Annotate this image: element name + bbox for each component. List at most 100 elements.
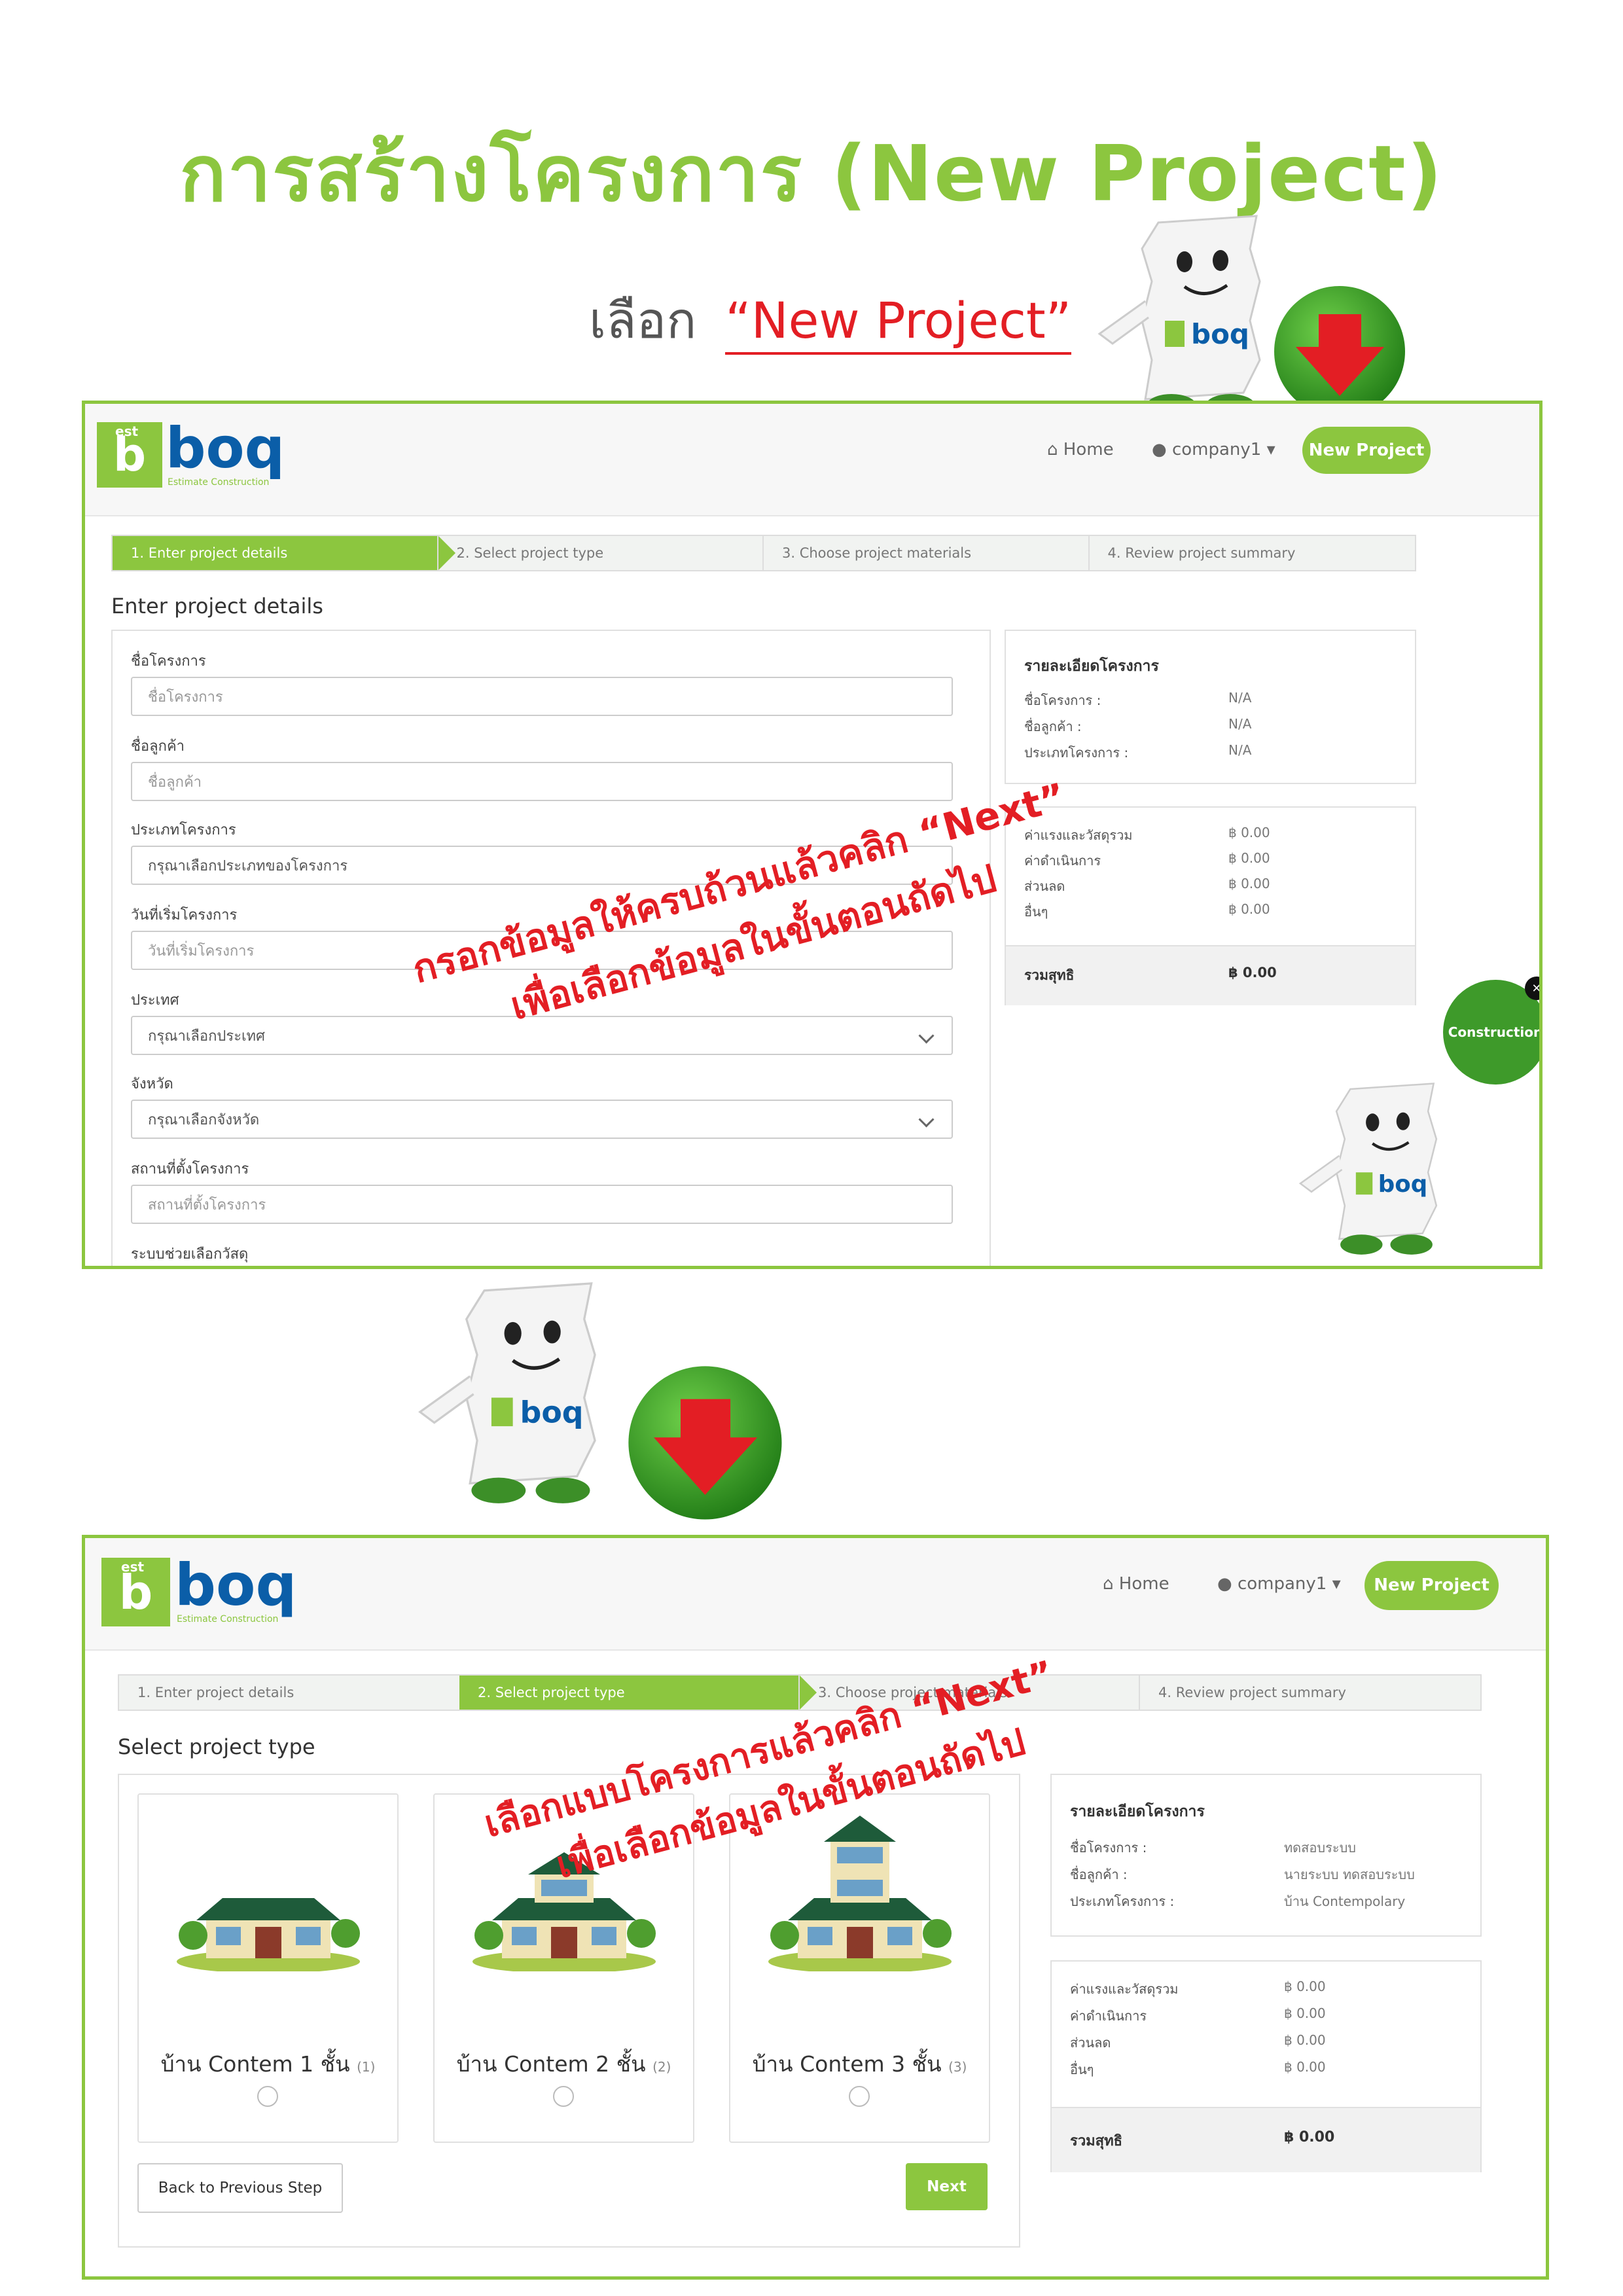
down-arrow-icon	[627, 1365, 784, 1522]
nav-home[interactable]: ⌂ Home	[1103, 1574, 1169, 1594]
svg-text:boq: boq	[520, 1395, 584, 1430]
home-icon: ⌂	[1103, 1574, 1114, 1594]
house-option-1[interactable]: บ้าน Contem 1 ชั้น (1)	[137, 1793, 399, 2143]
house-label: บ้าน Contem 2 ชั้น (2)	[456, 2051, 671, 2077]
label-start-date: วันที่เริ่มโครงการ	[131, 907, 238, 924]
chevron-down-icon	[918, 1027, 935, 1044]
house-label: บ้าน Contem 1 ชั้น (1)	[160, 2051, 376, 2077]
label-location: สถานที่ตั้งโครงการ	[131, 1161, 249, 1177]
cost-value: ฿ 0.00	[1284, 2032, 1326, 2048]
section-heading: Select project type	[118, 1734, 315, 1759]
cost-value: ฿ 0.00	[1228, 825, 1270, 840]
instruction: เลือก “New Project”	[589, 281, 1072, 360]
step-3[interactable]: 3. Choose project materials	[762, 536, 1090, 570]
label-customer-name: ชื่อลูกค้า	[131, 738, 185, 755]
cost-key: อื่นๆ	[1024, 904, 1048, 920]
province-select[interactable]: กรุณาเลือกจังหวัด	[131, 1100, 953, 1139]
logo-text: boq	[175, 1551, 297, 1619]
mascot-illustration: boq	[1289, 1071, 1472, 1266]
navbar: b est boq Estimate Construction ⌂ Home ●…	[85, 1538, 1546, 1651]
logo-box-small: est	[115, 423, 139, 439]
total-value: ฿ 0.00	[1284, 2129, 1335, 2145]
new-project-button[interactable]: New Project	[1364, 1561, 1499, 1610]
project-name-input[interactable]: ชื่อโครงการ	[131, 677, 953, 716]
mascot-icon: boq	[418, 1282, 596, 1503]
label-project-type: ประเภทโครงการ	[131, 822, 236, 838]
house-radio[interactable]	[257, 2086, 278, 2107]
app-logo[interactable]: b est boq Estimate Construction	[97, 416, 293, 494]
summary-title: รายละเอียดโครงการ	[1070, 1803, 1205, 1820]
location-input[interactable]: สถานที่ตั้งโครงการ	[131, 1185, 953, 1224]
total-value: ฿ 0.00	[1228, 965, 1277, 980]
summary-value: ทดสอบระบบ	[1284, 1840, 1356, 1856]
mascot-icon: boq	[1298, 1083, 1438, 1255]
label-country: ประเทศ	[131, 992, 179, 1009]
down-arrow-icon	[1273, 285, 1407, 419]
wizard-steps: 1. Enter project details 2. Select proje…	[111, 535, 1416, 571]
summary-value: นายระบบ ทดสอบระบบ	[1284, 1867, 1415, 1882]
step-4[interactable]: 4. Review project summary	[1139, 1676, 1480, 1710]
svg-text:boq: boq	[1191, 318, 1249, 350]
step-2[interactable]: 2. Select project type	[437, 536, 764, 570]
user-icon: ●	[1217, 1574, 1232, 1594]
cost-key: ค่าดำเนินการ	[1070, 2008, 1147, 2024]
page-title: การสร้างโครงการ (New Project)	[179, 128, 1444, 219]
summary-value: บ้าน Contempolary	[1284, 1893, 1406, 1909]
section-heading: Enter project details	[111, 594, 323, 619]
summary-key: ชื่อลูกค้า :	[1070, 1867, 1128, 1882]
step-2[interactable]: 2. Select project type	[459, 1676, 817, 1710]
app-logo[interactable]: b est boq Estimate Construction	[101, 1551, 311, 1633]
summary-key: ประเภทโครงการ :	[1024, 745, 1129, 761]
label-province: จังหวัด	[131, 1076, 173, 1092]
wizard-steps: 1. Enter project details 2. Select proje…	[118, 1674, 1482, 1711]
next-button[interactable]: Next	[906, 2163, 988, 2210]
house-1-story-icon	[177, 1898, 360, 1971]
total-label: รวมสุทธิ	[1070, 2133, 1123, 2149]
svg-text:boq: boq	[1378, 1171, 1427, 1198]
label-material-helper: ระบบช่วยเลือกวัสดุ	[131, 1246, 249, 1263]
cost-value: ฿ 0.00	[1228, 901, 1270, 917]
summary-title: รายละเอียดโครงการ	[1024, 658, 1159, 675]
home-icon: ⌂	[1047, 440, 1058, 459]
house-3-story-icon	[768, 1816, 952, 1971]
project-summary-panel: รายละเอียดโครงการ ชื่อโครงการ : ทดสอบระบ…	[1050, 1774, 1482, 1937]
customer-name-input[interactable]: ชื่อลูกค้า	[131, 762, 953, 801]
cost-total-row: รวมสุทธิ ฿ 0.00	[1052, 2107, 1480, 2172]
step-1[interactable]: 1. Enter project details	[118, 1676, 459, 1710]
cost-panel: ค่าแรงและวัสดุรวม ฿ 0.00 ค่าดำเนินการ ฿ …	[1050, 1960, 1482, 2172]
logo-subtitle: Estimate Construction	[177, 1614, 279, 1624]
instruction-quote: “New Project”	[725, 291, 1072, 355]
logo-subtitle: Estimate Construction	[168, 477, 270, 488]
cost-key: ส่วนลด	[1070, 2035, 1111, 2051]
cost-key: ค่าแรงและวัสดุรวม	[1070, 1981, 1179, 1997]
nav-user-menu[interactable]: ● company1 ▾	[1217, 1574, 1341, 1594]
new-project-button[interactable]: New Project	[1302, 427, 1431, 474]
summary-key: ชื่อโครงการ :	[1024, 692, 1101, 708]
cost-key: อื่นๆ	[1070, 2062, 1094, 2077]
summary-key: ชื่อลูกค้า :	[1024, 719, 1082, 734]
user-icon: ●	[1152, 440, 1167, 459]
nav-home[interactable]: ⌂ Home	[1047, 440, 1114, 459]
screenshot-select-type: b est boq Estimate Construction ⌂ Home ●…	[82, 1535, 1549, 2280]
cost-value: ฿ 0.00	[1284, 1979, 1326, 1994]
nav-user-menu[interactable]: ● company1 ▾	[1152, 440, 1275, 459]
total-label: รวมสุทธิ	[1024, 967, 1075, 983]
house-radio[interactable]	[553, 2086, 574, 2107]
instruction-prefix: เลือก	[589, 291, 697, 350]
cost-value: ฿ 0.00	[1228, 876, 1270, 891]
back-button[interactable]: Back to Previous Step	[137, 2163, 343, 2213]
step-1[interactable]: 1. Enter project details	[113, 536, 455, 570]
house-option-3[interactable]: บ้าน Contem 3 ชั้น (3)	[729, 1793, 990, 2143]
house-radio[interactable]	[849, 2086, 870, 2107]
summary-value: N/A	[1228, 690, 1252, 706]
mascot-illustration: boq	[1086, 209, 1302, 425]
cost-value: ฿ 0.00	[1228, 850, 1270, 866]
cost-total-row: รวมสุทธิ ฿ 0.00	[1006, 945, 1415, 1005]
house-label: บ้าน Contem 3 ชั้น (3)	[752, 2051, 967, 2077]
mascot-illustration: boq	[406, 1273, 641, 1515]
step-4[interactable]: 4. Review project summary	[1088, 536, 1416, 570]
navbar: b est boq Estimate Construction ⌂ Home ●…	[85, 404, 1539, 516]
label-project-name: ชื่อโครงการ	[131, 653, 206, 670]
summary-value: N/A	[1228, 716, 1252, 732]
cost-value: ฿ 0.00	[1284, 2059, 1326, 2075]
